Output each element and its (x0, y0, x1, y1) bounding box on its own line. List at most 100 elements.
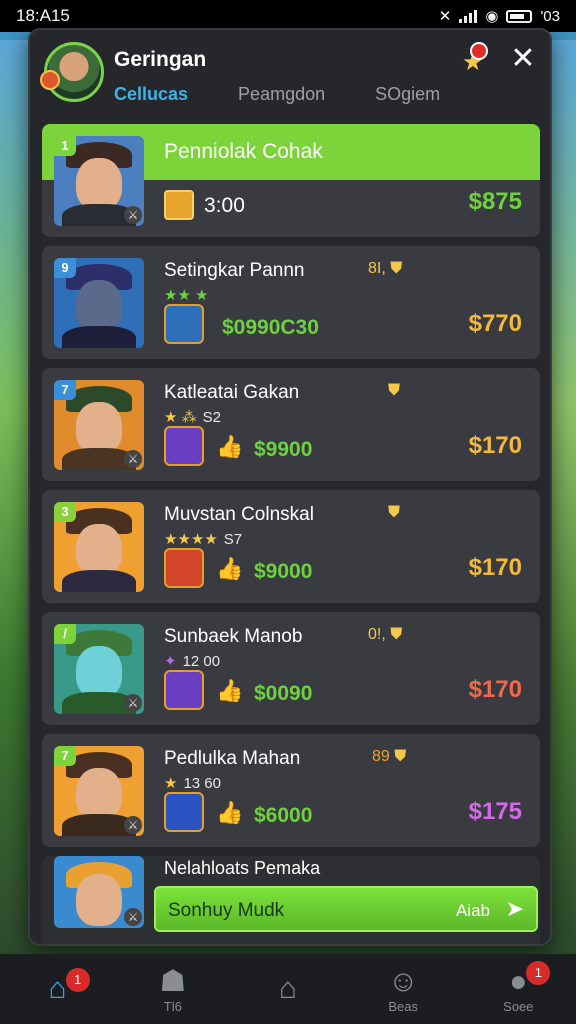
row-title: Pedlulka Mahan (164, 748, 301, 769)
shield-icon: ⛊ (388, 382, 401, 399)
price: $170 (468, 554, 522, 581)
marketplace-panel: Geringan Cellucas Peamgdon SOgiem ★ ✕ Pe… (28, 28, 552, 946)
profile-icon: ☺ (387, 964, 419, 998)
stars: ✦ (164, 653, 177, 670)
character-portrait: 7 ⚔ (54, 746, 144, 836)
mute-icon: ✕ (438, 8, 452, 25)
nav-profile[interactable]: ☺ Beas (363, 965, 443, 1014)
list-item[interactable]: Penniolak Cohak 1 ⚔ 3:00 $875 (42, 124, 540, 237)
panel-title: Geringan (114, 48, 207, 71)
gear-icon: ⚔ (124, 450, 142, 468)
list-item[interactable]: / ⚔ Sunbaek Manob 0!, ⛊ ✦ 12 00 👍 $0090 $… (42, 612, 540, 725)
name-badge: 8I, ⛊ (368, 260, 402, 278)
price: $170 (468, 676, 522, 703)
thumbs-up-icon: 👍 (216, 678, 244, 703)
list-item[interactable]: 7 ⚔ Katleatai Gakan ⛊ ★ ⁂ S2 👍 $9900 $170 (42, 368, 540, 481)
list-item[interactable]: 3 Muvstan Colnskal ⛊ ★★★★ S7 👍 $9000 $170 (42, 490, 540, 603)
item-value: $9900 (254, 438, 313, 461)
character-portrait: ⚔ (54, 856, 144, 928)
price: $770 (468, 310, 522, 337)
face (76, 874, 122, 926)
tab-0[interactable]: Cellucas (114, 84, 188, 105)
price: $875 (468, 188, 522, 215)
list-item[interactable]: 7 ⚔ Pedlulka Mahan 89 ⛊ ★ 13 60 👍 $6000 $… (42, 734, 540, 847)
outfit (62, 326, 136, 348)
shield-icon: ⛊ (390, 626, 403, 643)
status-right-text: '03 (540, 7, 560, 25)
gear-icon: ⚔ (124, 694, 142, 712)
gem-icon (164, 792, 204, 832)
level-badge: 3 (54, 502, 76, 522)
buy-button-label: Sonhuy Mudk (168, 900, 285, 921)
rating-value: S7 (223, 531, 243, 548)
row-title: Sunbaek Manob (164, 626, 303, 647)
item-value: $9000 (254, 560, 313, 583)
avatar-badge-icon (40, 70, 60, 90)
name-badge: 0!, ⛊ (368, 626, 402, 644)
shield-icon: ⛊ (388, 504, 401, 521)
nav-home[interactable]: ⌂ 1 (18, 968, 98, 1006)
face (76, 768, 122, 820)
list-item[interactable]: ⚔ Nelahloats Pemaka Sonhuy Mudk Aiab ➤ (42, 856, 540, 944)
character-portrait: 9 (54, 258, 144, 348)
signal-icon (459, 9, 478, 23)
thumbs-up-icon: 👍 (216, 556, 244, 581)
thumbs-up-icon: 👍 (216, 800, 244, 825)
star-rating: ★ ⁂ S2 (164, 408, 221, 426)
stars: ★ (164, 775, 178, 792)
nav-badge: 1 (526, 960, 551, 985)
badge-text: 89 (372, 748, 390, 765)
character-portrait: 1 ⚔ (54, 136, 144, 226)
face (76, 646, 122, 698)
tab-bar: Cellucas Peamgdon SOgiem (114, 84, 440, 105)
tab-2[interactable]: SOgiem (375, 84, 440, 105)
wifi-icon: ◉ (485, 8, 499, 25)
rating-value: 12 00 (182, 653, 221, 670)
item-icon (164, 304, 204, 344)
row-title: Penniolak Cohak (164, 140, 323, 163)
buy-button[interactable]: Sonhuy Mudk Aiab ➤ (154, 886, 538, 932)
nav-user[interactable]: ● Soee 1 (478, 960, 558, 1014)
rating-value: 13 60 (183, 775, 221, 792)
panel-header: Geringan Cellucas Peamgdon SOgiem ★ ✕ (30, 30, 550, 122)
outfit (62, 570, 136, 592)
item-value: $6000 (254, 804, 313, 827)
item-value: $0090 (254, 682, 313, 705)
level-badge: 9 (54, 258, 76, 278)
name-badge: 89 ⛊ (372, 748, 406, 766)
status-time: 18:A15 (16, 6, 70, 25)
nav-label: Soee (503, 998, 534, 1014)
close-icon[interactable]: ✕ (508, 44, 538, 74)
gem-icon (164, 670, 204, 710)
bottom-navigation: ⌂ 1 ☗ Tl6 ⌂ ☺ Beas ● Soee 1 (0, 954, 576, 1024)
tab-1[interactable]: Peamgdon (238, 84, 325, 105)
nav-badge: 1 (65, 968, 90, 992)
people-icon: ☗ (159, 964, 187, 998)
star-rating: ★★ ★ (164, 286, 209, 304)
battery-icon (506, 9, 533, 23)
character-portrait: 3 (54, 502, 144, 592)
gear-icon: ⚔ (124, 816, 142, 834)
house-outline-icon: ⌂ (278, 972, 298, 1005)
row-title: Nelahloats Pemaka (164, 858, 321, 878)
character-portrait: 7 ⚔ (54, 380, 144, 470)
face (76, 158, 122, 210)
stars: ★★★★ (164, 531, 218, 548)
status-icons: ✕ ◉ '03 (438, 7, 560, 26)
gear-icon: ⚔ (124, 206, 142, 224)
background-scenery-right (550, 40, 576, 950)
thumbs-up-icon: 👍 (216, 434, 244, 459)
list-item[interactable]: 9 Setingkar Pannn 8I, ⛊ ★★ ★ $0990C30 $7… (42, 246, 540, 359)
timer-icon (164, 190, 194, 220)
nav-people[interactable]: ☗ Tl6 (133, 965, 213, 1014)
row-title: Katleatai Gakan (164, 382, 300, 403)
level-badge: 7 (54, 380, 76, 400)
nav-house[interactable]: ⌂ (248, 972, 328, 1006)
badge-text: 8I, (368, 260, 386, 277)
character-list: Penniolak Cohak 1 ⚔ 3:00 $875 9 Setingka… (42, 124, 540, 944)
star-rating: ★★★★ S7 (164, 530, 242, 548)
nav-label: Tl6 (163, 998, 182, 1014)
item-value: $0990C30 (222, 316, 319, 339)
badge-text: 0!, (368, 626, 386, 643)
stars: ★★ ★ (164, 287, 209, 304)
